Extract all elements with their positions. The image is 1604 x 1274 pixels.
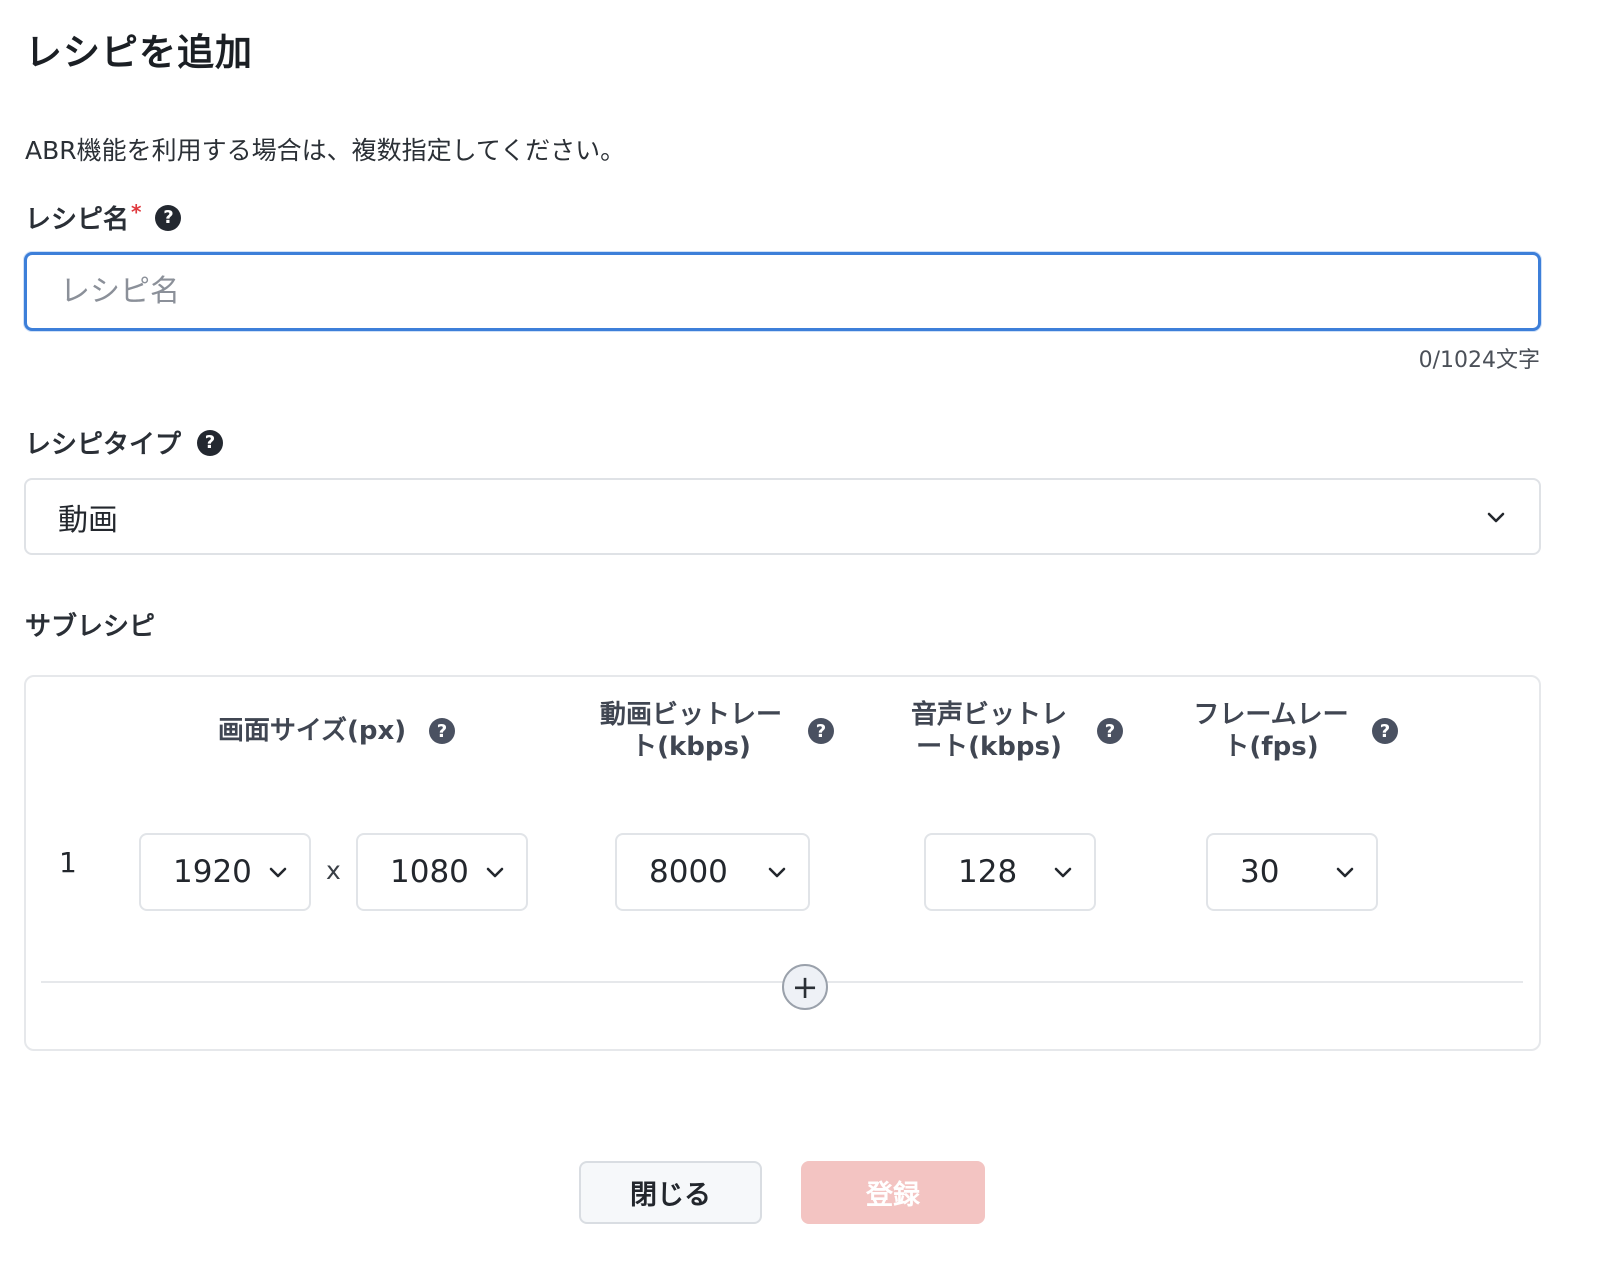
- column-header-video-bitrate: 動画ビットレー ト(kbps): [599, 700, 782, 762]
- recipe-type-select[interactable]: 動画: [24, 478, 1541, 555]
- row-index: 1: [59, 846, 77, 879]
- recipe-type-label-group: レシピタイプ ?: [25, 424, 224, 461]
- plus-icon: +: [791, 968, 819, 1006]
- chevron-down-icon: [1487, 512, 1505, 522]
- audio-bitrate-select[interactable]: 128: [924, 833, 1096, 911]
- submit-button[interactable]: 登録: [801, 1161, 985, 1224]
- dialog-description: ABR機能を利用する場合は、複数指定してください。: [25, 136, 626, 165]
- video-bitrate-value: 8000: [649, 854, 728, 890]
- question-circle-icon[interactable]: ?: [1097, 718, 1123, 744]
- column-header-audio-bitrate: 音声ビットレ ート(kbps): [910, 700, 1067, 762]
- question-circle-icon[interactable]: ?: [155, 204, 182, 231]
- close-button[interactable]: 閉じる: [579, 1161, 762, 1224]
- video-bitrate-select[interactable]: 8000: [615, 833, 810, 911]
- height-select[interactable]: 1080: [356, 833, 528, 911]
- recipe-type-value: 動画: [58, 502, 118, 538]
- required-mark: *: [131, 199, 142, 224]
- question-circle-icon[interactable]: ?: [197, 429, 224, 456]
- frame-rate-value: 30: [1240, 854, 1280, 890]
- frame-rate-select[interactable]: 30: [1206, 833, 1378, 911]
- column-header-frame-rate: フレームレー ト(fps): [1193, 700, 1349, 762]
- height-value: 1080: [390, 854, 469, 890]
- add-sub-recipe-button[interactable]: +: [782, 964, 828, 1010]
- question-circle-icon[interactable]: ?: [808, 718, 834, 744]
- chevron-down-icon: [486, 867, 504, 878]
- recipe-type-label: レシピタイプ: [25, 430, 182, 460]
- chevron-down-icon: [768, 867, 786, 878]
- recipe-name-label: レシピ名: [25, 205, 130, 235]
- sub-recipe-label: サブレシピ: [25, 612, 156, 642]
- size-separator: x: [326, 856, 341, 885]
- width-select[interactable]: 1920: [139, 833, 311, 911]
- chevron-down-icon: [269, 867, 287, 878]
- chevron-down-icon: [1054, 867, 1072, 878]
- dialog-title: レシピを追加: [25, 31, 253, 74]
- question-circle-icon[interactable]: ?: [429, 718, 455, 744]
- character-counter: 0/1024文字: [1418, 348, 1540, 373]
- chevron-down-icon: [1336, 867, 1354, 878]
- audio-bitrate-value: 128: [958, 854, 1018, 890]
- recipe-name-label-group: レシピ名 * ?: [25, 199, 182, 236]
- column-header-screen-size: 画面サイズ(px): [217, 716, 407, 746]
- recipe-name-input[interactable]: [24, 252, 1541, 331]
- question-circle-icon[interactable]: ?: [1372, 718, 1398, 744]
- width-value: 1920: [173, 854, 252, 890]
